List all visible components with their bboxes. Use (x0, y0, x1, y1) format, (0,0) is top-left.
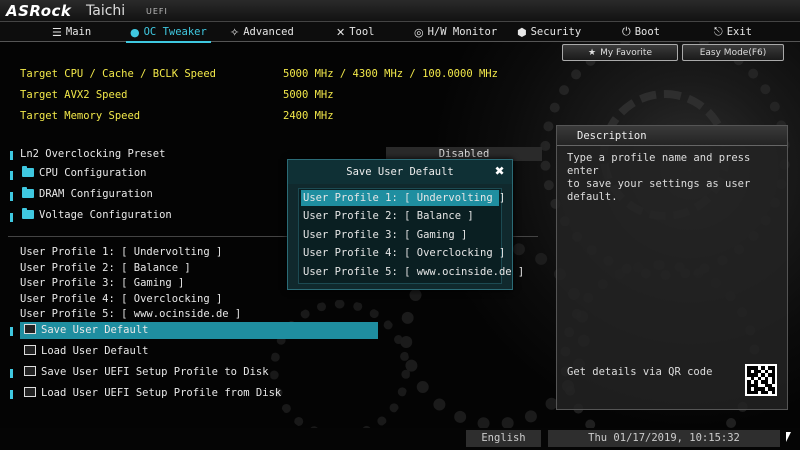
list-icon: ☰ (52, 25, 62, 39)
folder-voltage-configuration[interactable]: Voltage Configuration (22, 208, 172, 221)
info-label: Target CPU / Cache / BCLK Speed (20, 68, 216, 80)
qr-label: Get details via QR code (567, 366, 713, 378)
close-icon[interactable]: ✖ (493, 165, 506, 178)
action-label: Save User UEFI Setup Profile to Disk (41, 366, 269, 378)
star-icon: ★ (588, 47, 597, 58)
main-menu: ☰ Main ● OC Tweaker ✧ Advanced ✕ Tool ◎ … (0, 22, 800, 43)
save-icon (24, 324, 36, 334)
save-user-default-dialog: Save User Default ✖ User Profile 1: [ Un… (287, 159, 524, 290)
tab-label: Main (65, 26, 92, 38)
folder-cpu-configuration[interactable]: CPU Configuration (22, 166, 147, 179)
dialog-title: Save User Default (288, 160, 512, 184)
dialog-profile-item[interactable]: User Profile 2: [ Balance ] (301, 208, 499, 224)
tab-tool[interactable]: ✕ Tool (336, 24, 375, 40)
qr-code-icon (745, 364, 777, 396)
mouse-cursor-icon (786, 432, 791, 442)
tab-exit[interactable]: ⎋ Exit (714, 24, 752, 40)
tab-security[interactable]: ⬢ Security (517, 24, 581, 40)
folder-icon (22, 208, 34, 219)
load-profile-from-disk-item[interactable]: Load User UEFI Setup Profile from Disk (24, 387, 281, 399)
description-panel: Description Type a profile name and pres… (556, 125, 788, 410)
folder-label: CPU Configuration (39, 167, 147, 179)
exit-icon: ⎋ (714, 25, 723, 38)
ln2-preset-label[interactable]: Ln2 Overclocking Preset (20, 148, 165, 160)
item-marker (10, 171, 13, 180)
dialog-profile-item[interactable]: User Profile 4: [ Overclocking ] (301, 245, 505, 261)
datetime-display: Thu 01/17/2019, 10:15:32 (548, 430, 780, 447)
tab-main[interactable]: ☰ Main (52, 24, 91, 40)
disk-load-icon (24, 387, 36, 397)
item-marker (10, 213, 13, 222)
tab-oc-tweaker[interactable]: ● OC Tweaker (126, 24, 211, 43)
save-user-default-item[interactable]: Save User Default (24, 324, 148, 336)
folder-icon (22, 187, 34, 198)
tab-label: OC Tweaker (143, 26, 207, 38)
action-label: Load User UEFI Setup Profile from Disk (41, 387, 282, 399)
item-marker (10, 390, 13, 399)
tab-hw-monitor[interactable]: ◎ H/W Monitor (414, 24, 497, 40)
my-favorite-button[interactable]: ★ My Favorite (562, 44, 678, 61)
profile-item: User Profile 2: [ Balance ] (20, 262, 191, 274)
info-value: 2400 MHz (283, 110, 334, 122)
info-label: Target AVX2 Speed (20, 89, 128, 101)
disk-save-icon (24, 366, 36, 376)
profile-item: User Profile 1: [ Undervolting ] (20, 246, 223, 258)
description-title: Description (557, 126, 787, 146)
item-marker (10, 327, 13, 336)
tab-label: Advanced (243, 26, 294, 38)
folder-label: DRAM Configuration (39, 188, 153, 200)
easy-mode-button[interactable]: Easy Mode(F6) (682, 44, 784, 61)
brand-logo: ASRock (6, 2, 72, 20)
folder-dram-configuration[interactable]: DRAM Configuration (22, 187, 153, 200)
firmware-label: UEFI (146, 7, 168, 16)
info-value: 5000 MHz (283, 89, 334, 101)
my-favorite-label: My Favorite (600, 47, 652, 58)
model-name: Taichi (86, 3, 126, 19)
tab-label: Exit (726, 26, 752, 38)
info-value: 5000 MHz / 4300 MHz / 100.0000 MHz (283, 68, 498, 80)
tools-icon: ✕ (336, 25, 346, 39)
load-user-default-item[interactable]: Load User Default (24, 345, 148, 357)
profile-list: User Profile 1: [ Undervolting ] User Pr… (298, 188, 524, 284)
gear-decoration (270, 300, 410, 440)
action-label: Load User Default (41, 345, 149, 357)
load-icon (24, 345, 36, 355)
title-bar: ASRock Taichi UEFI (0, 0, 800, 22)
flame-icon: ● (130, 25, 140, 39)
tab-label: Security (530, 26, 582, 38)
dialog-profile-item[interactable]: User Profile 3: [ Gaming ] (301, 227, 499, 243)
dialog-profile-item[interactable]: User Profile 1: [ Undervolting ] (301, 190, 505, 206)
item-marker (10, 151, 13, 160)
star-icon: ✧ (230, 25, 240, 39)
profile-item: User Profile 3: [ Gaming ] (20, 277, 185, 289)
description-text: Type a profile name and press enter to s… (567, 152, 751, 203)
tab-label: H/W Monitor (427, 26, 498, 38)
save-profile-to-disk-item[interactable]: Save User UEFI Setup Profile to Disk (24, 366, 269, 378)
shield-icon: ⬢ (517, 25, 527, 39)
profile-item: User Profile 5: [ www.ocinside.de ] (20, 308, 242, 320)
tab-advanced[interactable]: ✧ Advanced (230, 24, 294, 40)
folder-label: Voltage Configuration (39, 209, 172, 221)
power-icon: ⏻ (622, 25, 631, 38)
item-marker (10, 192, 13, 201)
info-label: Target Memory Speed (20, 110, 141, 122)
tab-boot[interactable]: ⏻ Boot (622, 24, 660, 40)
tab-label: Tool (349, 26, 375, 38)
tab-label: Boot (634, 26, 660, 38)
dialog-profile-item[interactable]: User Profile 5: [ www.ocinside.de ] (301, 264, 524, 280)
profile-item: User Profile 4: [ Overclocking ] (20, 293, 223, 305)
action-label: Save User Default (41, 324, 149, 336)
easy-mode-label: Easy Mode(F6) (699, 47, 767, 58)
language-button[interactable]: English (466, 430, 541, 447)
monitor-icon: ◎ (414, 25, 424, 39)
folder-icon (22, 166, 34, 177)
item-marker (10, 369, 13, 378)
